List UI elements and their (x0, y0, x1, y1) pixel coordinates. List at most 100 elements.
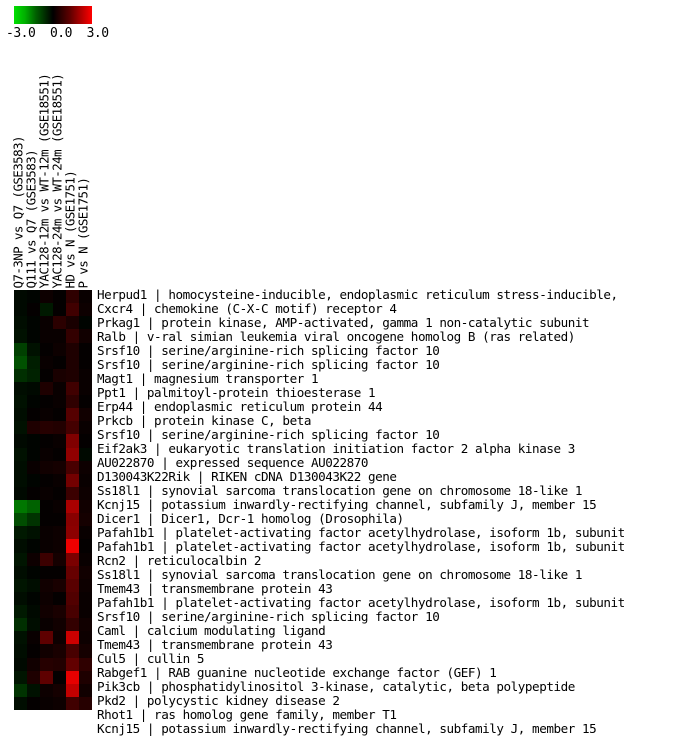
heatmap-cell (27, 473, 40, 487)
heatmap-cell (79, 434, 92, 448)
heatmap-cell (27, 395, 40, 409)
heatmap-cell (66, 605, 79, 619)
heatmap-cell (14, 329, 27, 343)
heatmap-cell (53, 513, 66, 527)
heatmap-cell (53, 500, 66, 514)
gene-row: Srsf10 | serine/arginine-rich splicing f… (97, 610, 440, 624)
heatmap-cell (79, 618, 92, 632)
heatmap-cell (53, 447, 66, 461)
gene-row: Cxcr4 | chemokine (C-X-C motif) receptor… (97, 302, 397, 316)
heatmap-cell (40, 329, 53, 343)
heatmap-cell (14, 473, 27, 487)
gene-row: Erp44 | endoplasmic reticulum protein 44 (97, 400, 383, 414)
heatmap-cell (66, 657, 79, 671)
heatmap-cell (27, 421, 40, 435)
gene-row: Magt1 | magnesium transporter 1 (97, 372, 319, 386)
heatmap-cell (53, 303, 66, 317)
heatmap-cell (66, 683, 79, 697)
heatmap-cell (53, 552, 66, 566)
heatmap-cell (14, 355, 27, 369)
heatmap (14, 290, 92, 710)
gene-row: Ppt1 | palmitoyl-protein thioesterase 1 (97, 386, 376, 400)
heatmap-cell (79, 329, 92, 343)
heatmap-cell (66, 421, 79, 435)
heatmap-cell (14, 578, 27, 592)
heatmap-cell (53, 591, 66, 605)
heatmap-cell (40, 434, 53, 448)
heatmap-cell (79, 591, 92, 605)
heatmap-cell (53, 605, 66, 619)
color-key (14, 6, 92, 24)
heatmap-cell (14, 486, 27, 500)
gene-row: Ss18l1 | synovial sarcoma translocation … (97, 568, 582, 582)
heatmap-cell (40, 355, 53, 369)
gene-row: Kcnj15 | potassium inwardly-rectifying c… (97, 722, 597, 736)
heatmap-cell (53, 408, 66, 422)
heatmap-cell (53, 696, 66, 710)
heatmap-cell (40, 696, 53, 710)
heatmap-cell (53, 683, 66, 697)
heatmap-cell (79, 670, 92, 684)
heatmap-cell (27, 657, 40, 671)
heatmap-cell (66, 434, 79, 448)
gene-row: Srsf10 | serine/arginine-rich splicing f… (97, 358, 440, 372)
heatmap-cell (66, 696, 79, 710)
heatmap-cell (40, 408, 53, 422)
heatmap-cell (79, 605, 92, 619)
heatmap-cell (53, 316, 66, 330)
heatmap-cell (27, 578, 40, 592)
heatmap-cell (66, 565, 79, 579)
heatmap-cell (27, 290, 40, 304)
gene-row: Tmem43 | transmembrane protein 43 (97, 638, 333, 652)
heatmap-cell (79, 368, 92, 382)
gene-row: Caml | calcium modulating ligand (97, 624, 326, 638)
heatmap-cell (79, 526, 92, 540)
gene-row: Pafah1b1 | platelet-activating factor ac… (97, 540, 625, 554)
heatmap-cell (53, 565, 66, 579)
heatmap-cell (79, 395, 92, 409)
heatmap-cell (14, 526, 27, 540)
heatmap-cell (66, 447, 79, 461)
heatmap-cell (27, 631, 40, 645)
gene-row: D130043K22Rik | RIKEN cDNA D130043K22 ge… (97, 470, 397, 484)
heatmap-cell (66, 303, 79, 317)
heatmap-cell (66, 578, 79, 592)
heatmap-cell (27, 696, 40, 710)
heatmap-cell (40, 565, 53, 579)
heatmap-cell (27, 434, 40, 448)
heatmap-cell (14, 434, 27, 448)
heatmap-cell (66, 500, 79, 514)
heatmap-cell (27, 565, 40, 579)
heatmap-cell (14, 565, 27, 579)
heatmap-cell (79, 644, 92, 658)
heatmap-cell (53, 618, 66, 632)
heatmap-cell (66, 486, 79, 500)
heatmap-cell (14, 539, 27, 553)
heatmap-cell (40, 578, 53, 592)
gene-row: Ss18l1 | synovial sarcoma translocation … (97, 484, 582, 498)
heatmap-cell (79, 355, 92, 369)
heatmap-cell (79, 683, 92, 697)
heatmap-cell (40, 316, 53, 330)
heatmap-cell (66, 591, 79, 605)
heatmap-cell (79, 696, 92, 710)
heatmap-cell (14, 631, 27, 645)
heatmap-cell (27, 683, 40, 697)
heatmap-cell (40, 303, 53, 317)
gene-row: Rabgef1 | RAB guanine nucleotide exchang… (97, 666, 497, 680)
heatmap-cell (79, 316, 92, 330)
heatmap-cell (53, 486, 66, 500)
heatmap-cell (66, 552, 79, 566)
heatmap-cell (14, 342, 27, 356)
heatmap-cell (53, 644, 66, 658)
heatmap-cell (66, 631, 79, 645)
gene-row: Pkd2 | polycystic kidney disease 2 (97, 694, 340, 708)
heatmap-cell (79, 500, 92, 514)
heatmap-cell (40, 526, 53, 540)
heatmap-cell (66, 329, 79, 343)
heatmap-cell (66, 368, 79, 382)
heatmap-cell (66, 473, 79, 487)
heatmap-cell (40, 513, 53, 527)
heatmap-cell (40, 552, 53, 566)
gene-row: Cul5 | cullin 5 (97, 652, 204, 666)
